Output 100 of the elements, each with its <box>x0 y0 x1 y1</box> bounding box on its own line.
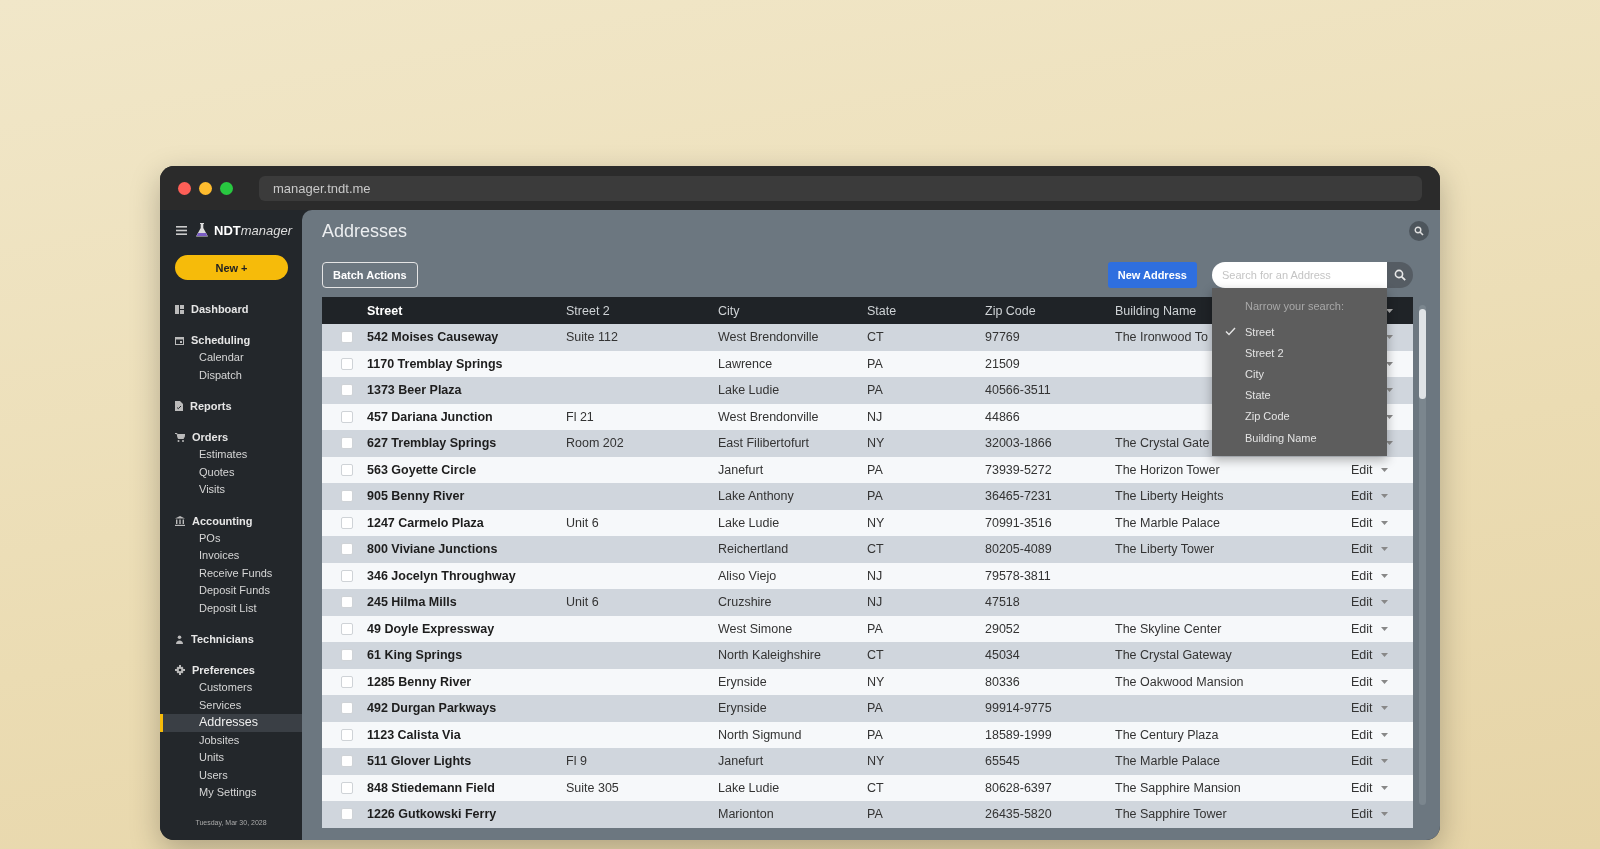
table-cell: 70991-3516 <box>985 515 1052 530</box>
nav-item[interactable]: Reports <box>160 397 302 415</box>
edit-dropdown[interactable]: Edit <box>1351 648 1388 663</box>
edit-dropdown[interactable]: Edit <box>1351 542 1388 557</box>
menu-option[interactable]: Street <box>1212 321 1387 343</box>
table-cell: Cruzshire <box>718 595 772 610</box>
row-checkbox[interactable] <box>340 675 353 688</box>
row-checkbox[interactable] <box>340 755 353 768</box>
row-checkbox[interactable] <box>340 384 353 397</box>
table-cell: The Liberty Tower <box>1115 542 1215 557</box>
nav-item[interactable]: Deposit Funds <box>160 582 302 600</box>
nav-item[interactable]: Users <box>160 766 302 784</box>
address-bar[interactable]: manager.tndt.me <box>259 175 1422 201</box>
row-checkbox[interactable] <box>340 622 353 635</box>
search-button[interactable] <box>1409 221 1429 241</box>
nav-item[interactable]: Units <box>160 749 302 767</box>
table-cell: West Simone <box>718 621 793 636</box>
edit-dropdown[interactable]: Edit <box>1351 701 1388 716</box>
row-checkbox[interactable] <box>340 331 353 344</box>
caret-icon[interactable] <box>1386 414 1393 419</box>
new-button[interactable]: New + <box>175 255 288 280</box>
table-cell: 1123 Calista Via <box>367 727 461 742</box>
nav-item[interactable]: Orders <box>160 428 302 446</box>
nav-item[interactable]: Visits <box>160 481 302 499</box>
edit-dropdown[interactable]: Edit <box>1351 462 1388 477</box>
edit-dropdown[interactable]: Edit <box>1351 807 1388 822</box>
menu-option[interactable]: Building Name <box>1212 426 1387 449</box>
nav-item[interactable]: Receive Funds <box>160 564 302 582</box>
maximize-window-icon[interactable] <box>220 181 233 195</box>
nav-item[interactable]: Invoices <box>160 547 302 565</box>
edit-dropdown[interactable]: Edit <box>1351 489 1388 504</box>
column-header[interactable]: City <box>718 303 867 318</box>
caret-icon[interactable] <box>1386 388 1393 393</box>
nav-item[interactable]: Jobsites <box>160 731 302 749</box>
nav-item[interactable]: Technicians <box>160 630 302 648</box>
table-cell: 1247 Carmelo Plaza <box>367 515 484 530</box>
edit-dropdown[interactable]: Edit <box>1351 621 1388 636</box>
minimize-window-icon[interactable] <box>199 181 212 195</box>
nav-item[interactable]: Estimates <box>160 446 302 464</box>
close-window-icon[interactable] <box>178 181 191 195</box>
nav-item[interactable]: Services <box>160 696 302 714</box>
nav-item[interactable]: Addresses <box>160 714 302 732</box>
nav-item[interactable]: Quotes <box>160 463 302 481</box>
menu-option[interactable]: City <box>1212 363 1387 385</box>
caret-icon[interactable] <box>1386 335 1393 340</box>
row-checkbox[interactable] <box>340 702 353 715</box>
nav-item[interactable]: POs <box>160 529 302 547</box>
edit-dropdown[interactable]: Edit <box>1351 568 1388 583</box>
row-checkbox[interactable] <box>340 543 353 556</box>
table-cell: Suite 305 <box>566 780 619 795</box>
row-checkbox[interactable] <box>340 490 353 503</box>
caret-icon[interactable] <box>1386 308 1393 313</box>
nav-item[interactable]: Preferences <box>160 661 302 679</box>
row-checkbox[interactable] <box>340 437 353 450</box>
nav-item[interactable]: Calendar <box>160 349 302 367</box>
edit-dropdown[interactable]: Edit <box>1351 727 1388 742</box>
row-checkbox[interactable] <box>340 410 353 423</box>
row-checkbox[interactable] <box>340 463 353 476</box>
column-header[interactable]: Street 2 <box>566 303 718 318</box>
menu-option[interactable]: State <box>1212 384 1387 406</box>
scrollbar[interactable] <box>1419 305 1426 805</box>
edit-dropdown[interactable]: Edit <box>1351 780 1388 795</box>
row-checkbox[interactable] <box>340 728 353 741</box>
nav-item[interactable]: Deposit List <box>160 599 302 617</box>
search-button[interactable] <box>1387 262 1413 288</box>
nav-item[interactable]: My Settings <box>160 784 302 802</box>
menu-option[interactable]: Street 2 <box>1212 342 1387 364</box>
row-checkbox[interactable] <box>340 596 353 609</box>
row-checkbox[interactable] <box>340 649 353 662</box>
menu-icon[interactable] <box>176 225 187 235</box>
new-address-button[interactable]: New Address <box>1107 262 1197 288</box>
column-header[interactable]: Zip Code <box>985 303 1115 318</box>
menu-option[interactable]: Zip Code <box>1212 405 1387 427</box>
table-cell: NY <box>867 436 885 451</box>
row-checkbox[interactable] <box>340 781 353 794</box>
nav-item[interactable]: Scheduling <box>160 331 302 349</box>
column-header[interactable]: State <box>867 303 985 318</box>
app-logo[interactable]: NDTmanager <box>214 222 293 238</box>
edit-dropdown[interactable]: Edit <box>1351 595 1388 610</box>
row-checkbox[interactable] <box>340 808 353 821</box>
edit-dropdown[interactable]: Edit <box>1351 754 1388 769</box>
table-cell: Janefurt <box>718 462 764 477</box>
search-field[interactable]: Search for an Address <box>1212 262 1387 288</box>
batch-actions-button[interactable]: Batch Actions <box>322 262 418 288</box>
edit-dropdown[interactable]: Edit <box>1351 515 1388 530</box>
table-cell: The Marble Palace <box>1115 515 1220 530</box>
caret-icon[interactable] <box>1386 441 1393 446</box>
row-checkbox[interactable] <box>340 569 353 582</box>
nav-item[interactable]: Accounting <box>160 511 302 530</box>
table-cell: NY <box>867 754 885 769</box>
row-checkbox[interactable] <box>340 357 353 370</box>
edit-dropdown[interactable]: Edit <box>1351 674 1388 689</box>
table-cell: North Kaleighshire <box>718 648 821 663</box>
table-cell: The Oakwood Mansion <box>1115 674 1244 689</box>
row-checkbox[interactable] <box>340 516 353 529</box>
column-header[interactable]: Street <box>367 303 566 318</box>
nav-item[interactable]: Dashboard <box>160 300 302 318</box>
nav-item[interactable]: Dispatch <box>160 366 302 384</box>
caret-icon[interactable] <box>1386 361 1393 366</box>
nav-item[interactable]: Customers <box>160 679 302 697</box>
